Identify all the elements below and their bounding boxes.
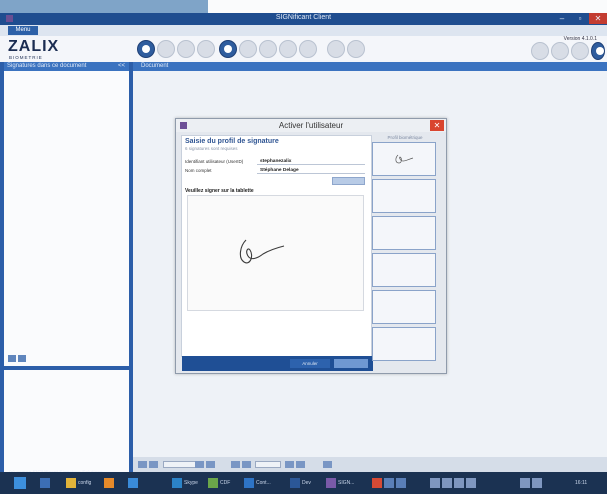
window-title: SIGNificant Client — [275, 14, 332, 21]
form-subtitle: 6 signatures sont requises — [185, 146, 238, 151]
open-icon[interactable] — [157, 40, 175, 58]
left-panel-header: Signatures dans ce document << — [4, 62, 129, 71]
taskbar-item[interactable]: Skype — [172, 476, 198, 490]
tray-icons[interactable] — [372, 476, 408, 490]
view-mini-icon[interactable] — [18, 355, 26, 362]
menu-button[interactable]: Menu — [8, 26, 38, 35]
left-sidebar: Signatures dans ce document << — [0, 62, 133, 494]
dialog-title: Activer l'utilisateur — [278, 121, 344, 130]
close-button[interactable]: ✕ — [589, 13, 607, 24]
tray-icons[interactable] — [520, 476, 544, 490]
taskbar-item[interactable] — [128, 476, 140, 490]
preview-panel — [4, 370, 129, 480]
signature-thumbnail[interactable] — [372, 142, 436, 176]
sign-icon[interactable] — [177, 40, 195, 58]
signature-pad[interactable] — [187, 195, 364, 311]
thumbnail-signature — [395, 154, 414, 164]
taskbar-item[interactable] — [40, 476, 52, 490]
dialog-title-bar: Activer l'utilisateur ✕ — [176, 119, 446, 132]
signature-thumbnail[interactable] — [372, 253, 436, 287]
left-panel-title: Signatures dans ce document — [7, 63, 87, 69]
activate-user-dialog: Activer l'utilisateur ✕ Saisie du profil… — [175, 118, 447, 374]
signature-thumbnail[interactable] — [372, 179, 436, 213]
info-icon[interactable] — [531, 42, 549, 60]
validate-button[interactable] — [332, 177, 365, 185]
taskbar: config Skype CDF Cont... Dev SIGN... 16:… — [0, 472, 607, 494]
settings-icon[interactable] — [239, 40, 257, 58]
dialog-close-button[interactable]: ✕ — [430, 120, 444, 131]
signature-stroke — [239, 239, 285, 264]
taskbar-item[interactable] — [104, 476, 116, 490]
logo-subtitle: BIOMETRIE — [9, 55, 43, 60]
mail-icon[interactable] — [279, 40, 297, 58]
signature-thumbnails: Profil biométrique — [370, 135, 440, 371]
next-page-icon[interactable] — [195, 461, 204, 468]
dialog-button-bar: Annuler — [182, 356, 373, 371]
signatures-list[interactable] — [4, 71, 129, 366]
first-page-icon[interactable] — [138, 461, 147, 468]
taskbar-item[interactable]: CDF — [208, 476, 230, 490]
help-icon[interactable] — [591, 42, 605, 60]
minimize-button[interactable]: – — [553, 13, 571, 24]
background-left — [0, 0, 208, 13]
zoom-out-icon[interactable] — [231, 461, 240, 468]
signature-thumbnail[interactable] — [372, 290, 436, 324]
rotate-icon[interactable] — [323, 461, 332, 468]
menu-bar: Menu — [0, 25, 607, 36]
user-id-field[interactable]: stephanezalix — [257, 158, 365, 165]
background-strip — [0, 0, 607, 13]
user-profile-icon[interactable] — [571, 42, 589, 60]
sign-prompt: Veuillez signer sur la tablette — [185, 188, 254, 194]
back-icon[interactable] — [327, 40, 345, 58]
taskbar-item[interactable]: Dev — [290, 476, 311, 490]
title-bar: SIGNificant Client – ▫ ✕ — [0, 13, 607, 25]
prev-page-icon[interactable] — [149, 461, 158, 468]
check-icon[interactable] — [197, 40, 215, 58]
maximize-button[interactable]: ▫ — [571, 13, 589, 24]
user-icon[interactable] — [219, 40, 237, 58]
taskbar-item[interactable]: SIGN... — [326, 476, 354, 490]
toolbar: ZALIX BIOMETRIE Version 4.1.0.1 — [0, 36, 607, 62]
page-field[interactable] — [163, 461, 197, 468]
forward-icon[interactable] — [347, 40, 365, 58]
fit-page-icon[interactable] — [296, 461, 305, 468]
dialog-app-icon — [180, 122, 187, 129]
cancel-button[interactable]: Annuler — [290, 359, 330, 368]
full-name-label: Nom complet — [185, 168, 212, 173]
ok-button[interactable] — [334, 359, 368, 368]
search-icon[interactable] — [299, 40, 317, 58]
signature-thumbnail[interactable] — [372, 327, 436, 361]
fit-width-icon[interactable] — [285, 461, 294, 468]
signature-thumbnail[interactable] — [372, 216, 436, 250]
taskbar-item[interactable]: config — [66, 476, 91, 490]
profile-form: Saisie du profil de signature 6 signatur… — [181, 135, 373, 371]
print-icon[interactable] — [259, 40, 277, 58]
clock[interactable]: 16:11 — [575, 476, 587, 490]
start-button[interactable] — [14, 477, 26, 489]
user-id-label: Identifiant utilisateur (UserID) — [185, 159, 244, 164]
sign-mini-icon[interactable] — [8, 355, 16, 362]
collapse-icon[interactable]: << — [118, 62, 125, 71]
tray-icons[interactable] — [430, 476, 478, 490]
full-name-field[interactable]: Stéphane Delage — [257, 167, 365, 174]
logo: ZALIX — [8, 38, 60, 55]
zoom-field[interactable] — [255, 461, 281, 468]
zoom-in-icon[interactable] — [242, 461, 251, 468]
form-heading: Saisie du profil de signature — [185, 138, 279, 145]
home-icon[interactable] — [137, 40, 155, 58]
bottom-toolbar — [133, 457, 607, 472]
last-page-icon[interactable] — [206, 461, 215, 468]
config-icon[interactable] — [551, 42, 569, 60]
thumbnails-title: Profil biométrique — [387, 135, 423, 140]
taskbar-item[interactable]: Cont... — [244, 476, 271, 490]
document-header: Document — [133, 62, 607, 71]
